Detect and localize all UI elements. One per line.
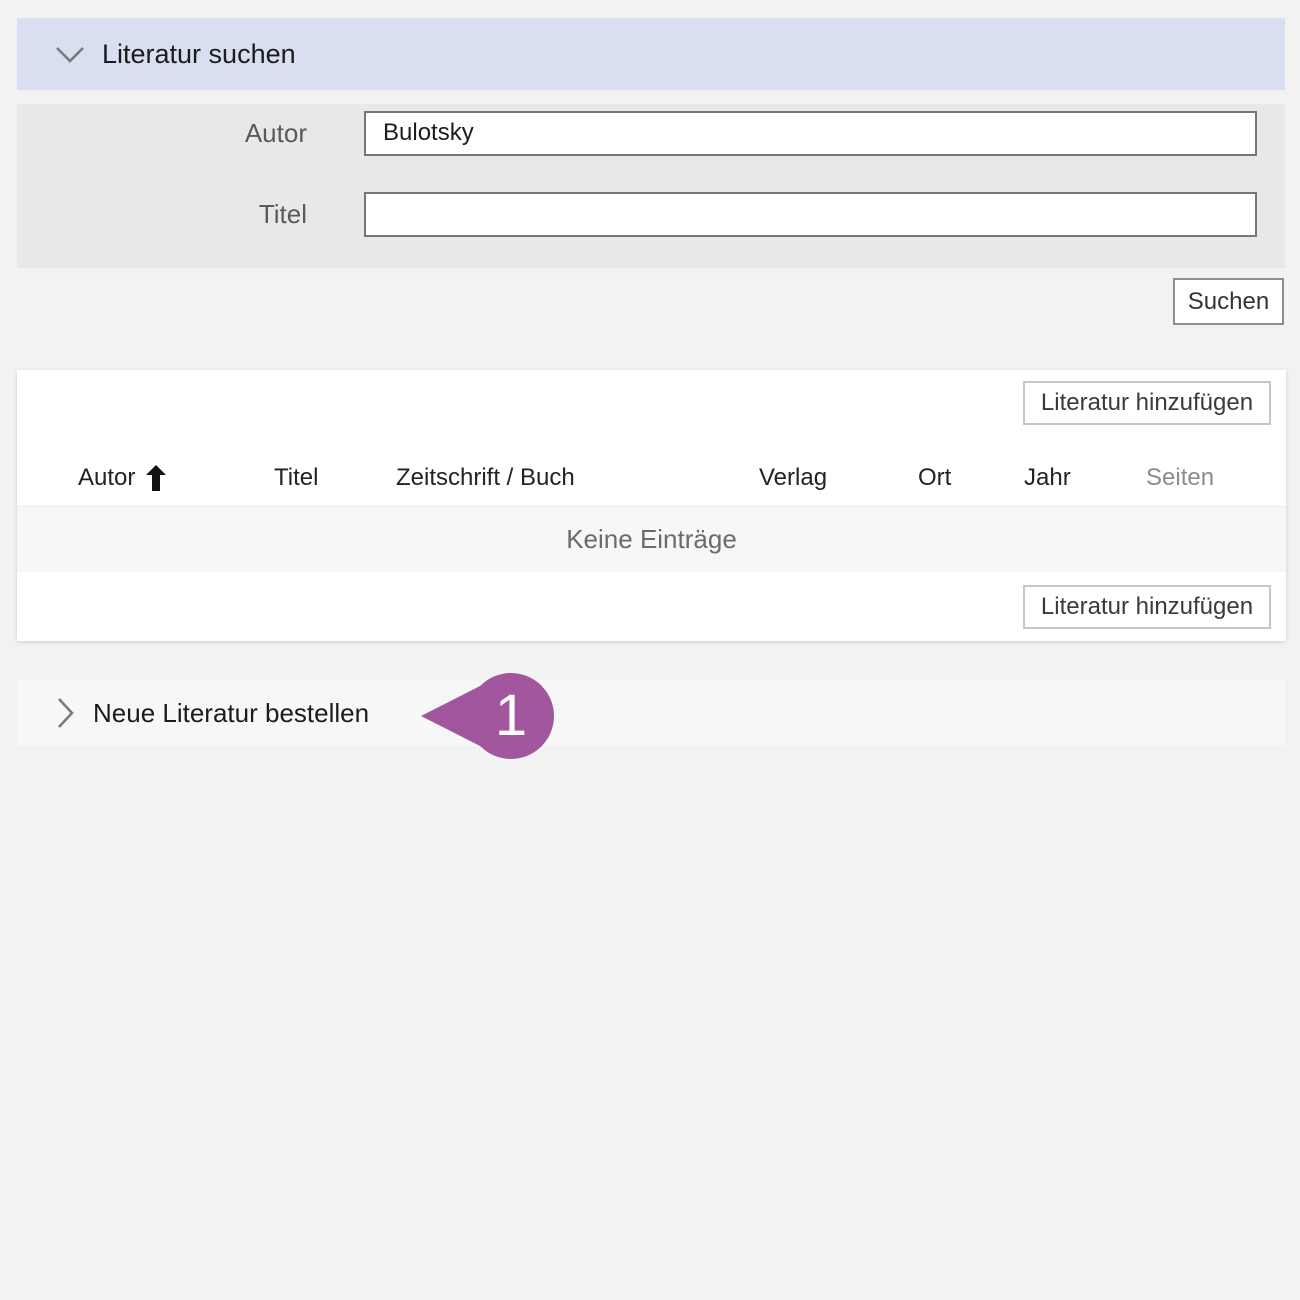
column-header-autor[interactable]: Autor — [78, 464, 166, 492]
titel-input[interactable] — [364, 192, 1257, 237]
chevron-right-icon — [56, 696, 75, 730]
chevron-down-icon — [55, 45, 85, 64]
column-header-zeitschrift-buch[interactable]: Zeitschrift / Buch — [396, 464, 575, 492]
suchen-button[interactable]: Suchen — [1173, 278, 1284, 325]
titel-label: Titel — [17, 199, 307, 230]
form-row-autor: Autor — [17, 110, 1285, 156]
column-header-ort[interactable]: Ort — [918, 464, 951, 492]
literatur-hinzufuegen-button-top[interactable]: Literatur hinzufügen — [1023, 381, 1271, 425]
annotation-callout-1: 1 — [418, 671, 558, 761]
column-header-jahr[interactable]: Jahr — [1024, 464, 1071, 492]
annotation-number: 1 — [478, 671, 544, 761]
results-panel: Literatur hinzufügen Autor Titel Zeitsch… — [17, 370, 1286, 641]
search-form: Autor Titel — [17, 104, 1285, 268]
page: Literatur suchen Autor Titel Suchen Lite… — [0, 0, 1300, 1300]
section-title: Literatur suchen — [102, 39, 296, 70]
column-header-seiten[interactable]: Seiten — [1146, 464, 1214, 492]
section-header-literatur-suchen[interactable]: Literatur suchen — [17, 18, 1285, 90]
column-header-verlag[interactable]: Verlag — [759, 464, 827, 492]
empty-results-row: Keine Einträge — [17, 506, 1286, 572]
autor-label: Autor — [17, 118, 307, 149]
column-header-autor-label: Autor — [78, 464, 135, 492]
literatur-hinzufuegen-button-bottom[interactable]: Literatur hinzufügen — [1023, 585, 1271, 629]
form-row-titel: Titel — [17, 191, 1285, 237]
arrow-up-icon — [146, 465, 166, 491]
section-header-neue-literatur-bestellen[interactable]: Neue Literatur bestellen — [17, 680, 1285, 746]
section-title: Neue Literatur bestellen — [93, 698, 369, 729]
column-header-titel[interactable]: Titel — [274, 464, 318, 492]
autor-input[interactable] — [364, 111, 1257, 156]
